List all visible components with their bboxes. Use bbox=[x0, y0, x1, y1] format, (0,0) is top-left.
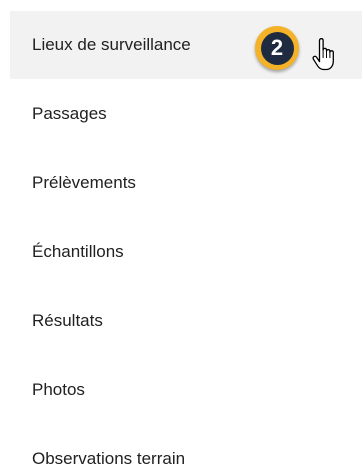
hand-pointer-icon bbox=[312, 38, 334, 71]
menu-item-prelevements[interactable]: Prélèvements bbox=[10, 149, 362, 217]
menu-item-label: Résultats bbox=[32, 311, 103, 330]
step-number: 2 bbox=[260, 31, 294, 65]
step-number-badge: 2 bbox=[255, 26, 299, 70]
menu-item-observations-terrain[interactable]: Observations terrain bbox=[10, 425, 362, 470]
menu-item-label: Échantillons bbox=[32, 242, 124, 261]
menu-item-label: Photos bbox=[32, 380, 85, 399]
menu-item-label: Passages bbox=[32, 104, 107, 123]
menu-item-label: Observations terrain bbox=[32, 449, 186, 468]
menu-item-lieux-de-surveillance[interactable]: Lieux de surveillance bbox=[10, 11, 362, 79]
menu-item-photos[interactable]: Photos bbox=[10, 356, 362, 424]
navigation-menu: Lieux de surveillance Passages Prélèveme… bbox=[0, 0, 362, 470]
menu-item-echantillons[interactable]: Échantillons bbox=[10, 218, 362, 286]
menu-item-label: Prélèvements bbox=[32, 173, 136, 192]
menu-item-resultats[interactable]: Résultats bbox=[10, 287, 362, 355]
menu-item-label: Lieux de surveillance bbox=[32, 35, 191, 54]
menu-item-passages[interactable]: Passages bbox=[10, 80, 362, 148]
